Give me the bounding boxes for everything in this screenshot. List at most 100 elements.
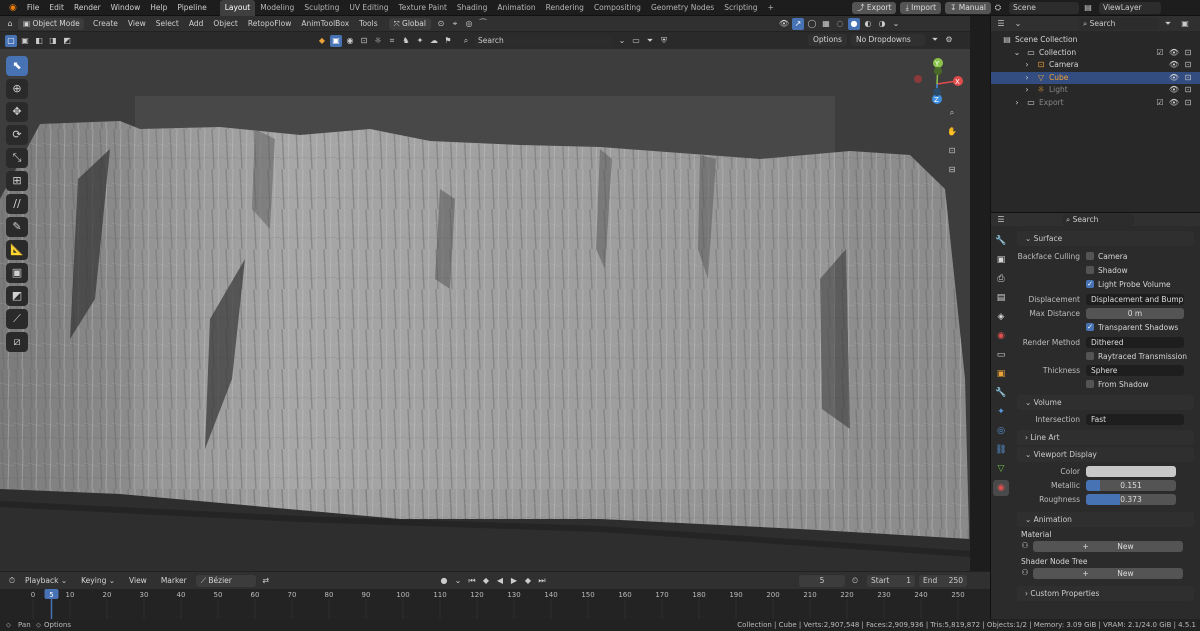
shield-icon[interactable]: ⛨ [658, 35, 670, 47]
jump-start-icon[interactable]: ⏮ [466, 575, 478, 587]
select-tool-icon[interactable]: ⬉ [6, 56, 28, 76]
snap-icon[interactable]: ⌖ [449, 18, 461, 30]
select-extend-icon[interactable]: ▣ [19, 35, 31, 47]
render-camera-icon[interactable]: ⊡ [1182, 84, 1194, 96]
next-key-icon[interactable]: ◆ [522, 575, 534, 587]
expand-icon[interactable]: › [1011, 97, 1023, 109]
record-icon[interactable]: ● [438, 575, 450, 587]
lock-icon[interactable]: ⊟ [946, 164, 958, 176]
shading-wire-icon[interactable]: ◌ [834, 18, 846, 30]
measure-tool-icon[interactable]: 📐 [6, 240, 28, 260]
overlays-icon[interactable]: ◯ [806, 18, 818, 30]
retopoflow-tool-icon[interactable]: ◩ [6, 286, 28, 306]
render-camera-icon[interactable]: ⊡ [1182, 59, 1194, 71]
menu-help[interactable]: Help [145, 3, 172, 12]
include-checkbox-icon[interactable]: ☑ [1154, 47, 1166, 59]
include-checkbox-icon[interactable]: ☑ [1154, 97, 1166, 109]
select-intersect-icon[interactable]: ◩ [61, 35, 73, 47]
gizmo-toggle-icon[interactable]: ↗ [792, 18, 804, 30]
filter-camera-icon[interactable]: ⊡ [358, 35, 370, 47]
outliner-filter-icon[interactable]: ⏷ [1162, 18, 1174, 30]
viewport-search-input[interactable]: Search [474, 35, 612, 47]
metallic-slider[interactable]: 0.151 [1086, 479, 1176, 491]
outliner-type-icon[interactable]: ☰ [995, 18, 1007, 30]
camera-view-icon[interactable]: ⊡ [946, 145, 958, 157]
thickness-select[interactable]: Sphere [1086, 364, 1184, 376]
editor-type-icon[interactable]: ⌂ [4, 18, 16, 30]
tab-rendering[interactable]: Rendering [541, 0, 589, 16]
folder-icon[interactable]: ▭ [630, 35, 642, 47]
camera-checkbox[interactable] [1086, 252, 1094, 260]
orientation-selector[interactable]: ⤧ Global [388, 17, 431, 30]
falloff-icon[interactable]: ⁀ [477, 18, 489, 30]
proportional-edit-icon[interactable]: ◎ [463, 18, 475, 30]
data-tab-icon[interactable]: ▽ [993, 461, 1009, 477]
tab-modeling[interactable]: Modeling [255, 0, 299, 16]
filter-funnel-icon[interactable]: ⏷ [929, 34, 941, 46]
modifier-tab-icon[interactable]: 🔧 [993, 385, 1009, 401]
play-icon[interactable]: ▶ [508, 575, 520, 587]
menu-pipeline[interactable]: Pipeline [172, 3, 211, 12]
physics-tab-icon[interactable]: ◎ [993, 423, 1009, 439]
light-probe-checkbox[interactable]: ✓ [1086, 280, 1094, 288]
output-tab-icon[interactable]: ⎙ [993, 271, 1009, 287]
move-tool-icon[interactable]: ✥ [6, 102, 28, 122]
viewport-color-swatch[interactable] [1086, 465, 1176, 477]
filter-light-icon[interactable]: ☼ [372, 35, 384, 47]
object-tab-icon[interactable]: ▣ [993, 366, 1009, 382]
max-distance-field[interactable]: 0 m [1086, 307, 1184, 319]
start-frame-field[interactable]: Start 1 [867, 575, 915, 587]
manual-button[interactable]: ↧ Manual [945, 2, 991, 14]
tab-compositing[interactable]: Compositing [589, 0, 646, 16]
expand-icon[interactable]: › [1021, 72, 1033, 84]
add-cube-tool-icon[interactable]: ▣ [6, 263, 28, 283]
end-frame-field[interactable]: End 250 [919, 575, 967, 587]
dropdowns-menu[interactable]: No Dropdowns [850, 34, 925, 46]
scene-tab-icon[interactable]: ◈ [993, 309, 1009, 325]
properties-search-input[interactable]: ⌕ Search [1062, 213, 1134, 226]
tool-tab-icon[interactable]: 🔧 [993, 233, 1009, 249]
material-new-button[interactable]: + New [1033, 540, 1183, 552]
select-invert-icon[interactable]: ◨ [47, 35, 59, 47]
playback-menu[interactable]: Playback ⌄ [20, 574, 73, 587]
visibility-eye-icon[interactable]: 👁 [1168, 47, 1180, 59]
key-filter-icon[interactable]: ⇄ [260, 575, 272, 587]
volume-panel-header[interactable]: ⌄ Volume [1017, 395, 1194, 410]
expand-icon[interactable]: › [1021, 59, 1033, 71]
shader-browse-icon[interactable]: ⚇ [1019, 567, 1031, 579]
viewlayer-selector[interactable]: ViewLayer [1099, 2, 1161, 14]
filter-speaker-icon[interactable]: ⚑ [442, 35, 454, 47]
world-tab-icon[interactable]: ◉ [993, 328, 1009, 344]
timer-icon[interactable]: ⏲ [849, 575, 861, 587]
export-button[interactable]: ⤴ Export [852, 2, 897, 14]
viewport-menu-retopoflow[interactable]: RetopoFlow [243, 17, 297, 31]
settings-gear-icon[interactable]: ⚙ [943, 34, 955, 46]
add-workspace-button[interactable]: + [763, 0, 779, 16]
viewport-menu-create[interactable]: Create [88, 17, 123, 31]
interpolation-select[interactable]: ⟋ Bézier [195, 574, 256, 587]
filter-empty-icon[interactable]: ⌗ [386, 35, 398, 47]
animation-panel-header[interactable]: ⌄ Animation [1017, 512, 1194, 527]
prev-key-icon[interactable]: ◆ [480, 575, 492, 587]
tab-sculpting[interactable]: Sculpting [299, 0, 344, 16]
properties-type-icon[interactable]: ☰ [995, 214, 1007, 226]
play-reverse-icon[interactable]: ◀ [494, 575, 506, 587]
3d-viewport[interactable]: X Y Z ⌕ ✋ ⊡ ⊟ [0, 49, 970, 571]
tab-scripting[interactable]: Scripting [719, 0, 762, 16]
tab-layout[interactable]: Layout [219, 0, 256, 16]
navigation-gizmo[interactable]: X Y Z [905, 54, 965, 114]
keying-menu[interactable]: Keying ⌄ [76, 574, 121, 587]
tab-texture-paint[interactable]: Texture Paint [394, 0, 452, 16]
menu-window[interactable]: Window [106, 3, 146, 12]
xray-icon[interactable]: ▦ [820, 18, 832, 30]
viewport-display-panel-header[interactable]: ⌄ Viewport Display [1017, 447, 1194, 462]
filter-volume-icon[interactable]: ☁ [428, 35, 440, 47]
cursor-tool-icon[interactable]: ⊕ [6, 79, 28, 99]
select-box-icon[interactable]: ▢ [5, 35, 17, 47]
filter-curve-icon[interactable]: ◉ [344, 35, 356, 47]
tab-uv-editing[interactable]: UV Editing [344, 0, 393, 16]
menu-file[interactable]: File [22, 3, 45, 12]
tab-shading[interactable]: Shading [452, 0, 492, 16]
tab-animation[interactable]: Animation [492, 0, 540, 16]
visibility-eye-icon[interactable]: 👁 [1168, 84, 1180, 96]
